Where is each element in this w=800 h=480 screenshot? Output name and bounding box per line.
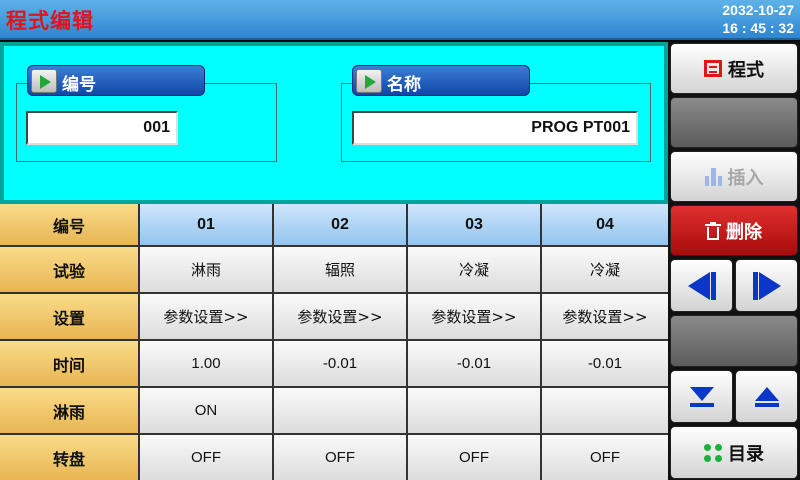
prev-icon — [687, 271, 716, 300]
number-tab: 编号 — [27, 65, 205, 96]
program-name-field[interactable]: PROG PT001 — [352, 111, 638, 145]
param-setting-button[interactable]: 参数设置>> — [542, 294, 668, 339]
turntable-cell[interactable]: OFF — [408, 435, 540, 480]
blank-button-2 — [670, 315, 798, 367]
rain-cell[interactable] — [408, 388, 540, 433]
program-number-field[interactable]: 001 — [26, 111, 178, 145]
up-icon — [754, 386, 779, 407]
test-cell[interactable]: 冷凝 — [408, 247, 540, 292]
down-icon — [689, 386, 714, 407]
turntable-cell[interactable]: OFF — [542, 435, 668, 480]
time-cell[interactable]: -0.01 — [274, 341, 406, 386]
name-label: 名称 — [387, 75, 421, 95]
delete-button-label: 删除 — [726, 221, 762, 243]
catalog-button[interactable]: 目录 — [670, 426, 798, 479]
program-icon — [704, 60, 722, 77]
param-setting-button[interactable]: 参数设置>> — [274, 294, 406, 339]
title-bar: 程式编辑 2032-10-27 16 : 45 : 32 — [0, 0, 800, 40]
next-step-button[interactable] — [735, 259, 798, 312]
rain-cell[interactable] — [274, 388, 406, 433]
time-display: 16 : 45 : 32 — [722, 20, 794, 36]
param-setting-button[interactable]: 参数设置>> — [408, 294, 540, 339]
row-header-time: 时间 — [0, 341, 138, 386]
column-header-04[interactable]: 04 — [542, 204, 668, 245]
column-header-03[interactable]: 03 — [408, 204, 540, 245]
catalog-button-label: 目录 — [728, 443, 764, 465]
test-cell[interactable]: 辐照 — [274, 247, 406, 292]
row-header-number: 编号 — [0, 204, 138, 245]
delete-button[interactable]: 删除 — [670, 205, 798, 256]
param-setting-button[interactable]: 参数设置>> — [140, 294, 272, 339]
test-cell[interactable]: 淋雨 — [140, 247, 272, 292]
side-toolbar: 程式 插入 删除 目录 — [668, 42, 800, 480]
page-up-button[interactable] — [735, 370, 798, 423]
test-cell[interactable]: 冷凝 — [542, 247, 668, 292]
step-table: 编号 01 02 03 04 试验 淋雨 辐照 冷凝 冷凝 设置 参数设置>> … — [0, 204, 668, 480]
next-icon — [752, 271, 781, 300]
rain-cell[interactable] — [542, 388, 668, 433]
program-button-label: 程式 — [728, 59, 764, 81]
row-header-test: 试验 — [0, 247, 138, 292]
time-cell[interactable]: 1.00 — [140, 341, 272, 386]
number-label: 编号 — [62, 75, 96, 95]
insert-icon — [704, 167, 722, 186]
prev-step-button[interactable] — [670, 259, 733, 312]
turntable-cell[interactable]: OFF — [140, 435, 272, 480]
program-button[interactable]: 程式 — [670, 43, 798, 94]
catalog-icon — [704, 443, 722, 462]
arrow-right-icon — [31, 69, 57, 93]
arrow-right-icon — [356, 69, 382, 93]
turntable-cell[interactable]: OFF — [274, 435, 406, 480]
column-header-02[interactable]: 02 — [274, 204, 406, 245]
insert-button-label: 插入 — [727, 167, 764, 189]
name-tab: 名称 — [352, 65, 530, 96]
trash-icon — [705, 221, 721, 240]
datetime: 2032-10-27 16 : 45 : 32 — [722, 1, 794, 37]
row-header-turntable: 转盘 — [0, 435, 138, 480]
time-cell[interactable]: -0.01 — [542, 341, 668, 386]
insert-button[interactable]: 插入 — [670, 151, 798, 202]
row-header-rain: 淋雨 — [0, 388, 138, 433]
page-title: 程式编辑 — [6, 8, 94, 33]
row-header-setting: 设置 — [0, 294, 138, 339]
rain-cell[interactable]: ON — [140, 388, 272, 433]
date-display: 2032-10-27 — [722, 2, 794, 18]
time-cell[interactable]: -0.01 — [408, 341, 540, 386]
page-down-button[interactable] — [670, 370, 733, 423]
blank-button-1 — [670, 97, 798, 148]
column-header-01[interactable]: 01 — [140, 204, 272, 245]
